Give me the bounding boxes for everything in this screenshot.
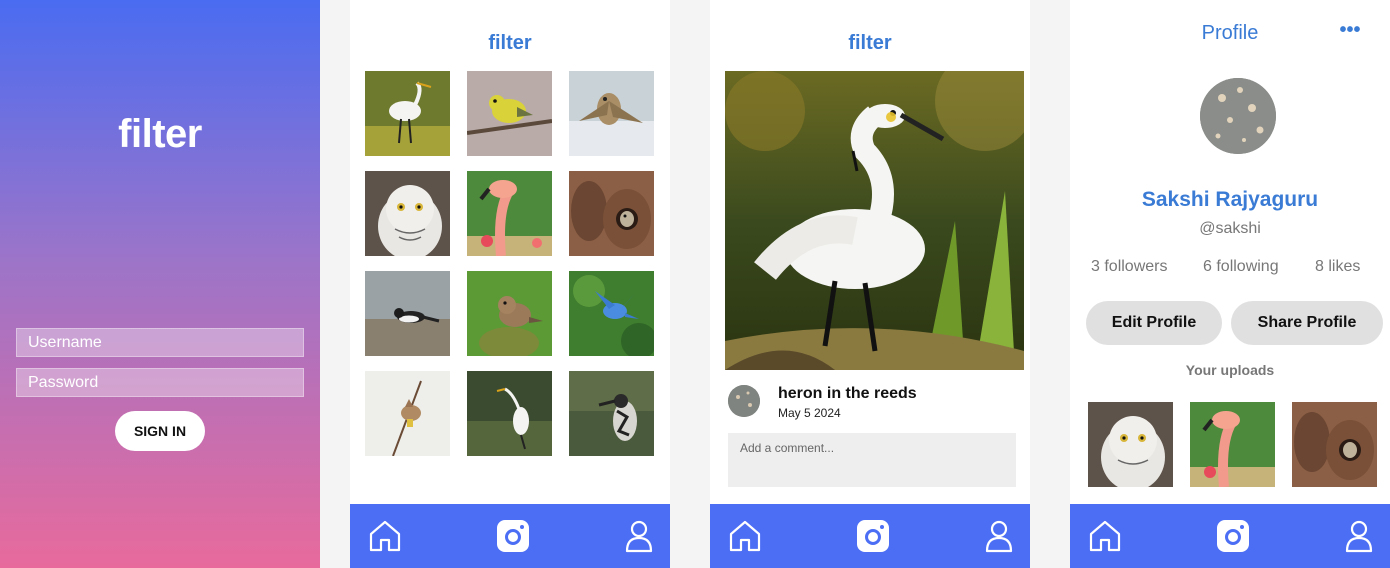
owl-flying-photo[interactable] [569,71,654,156]
post-title: heron in the reeds [778,385,917,402]
following-count[interactable]: 6 following [1203,258,1279,276]
profile-name: Sakshi Rajyaguru [1141,188,1319,211]
yellow-warbler-photo[interactable] [467,71,552,156]
snowy-owl-photo[interactable] [365,171,450,256]
home-icon[interactable] [1087,518,1123,554]
upload-bird-in-nest-photo[interactable] [1292,402,1377,487]
camera-icon[interactable] [495,518,531,554]
login-screen: filter SIGN IN [0,0,320,568]
post-image [725,71,1024,370]
bottom-nav [1070,504,1390,568]
upload-flamingo-photo[interactable] [1190,402,1275,487]
brand-title: filter [848,32,892,54]
password-input[interactable] [16,368,304,397]
comment-input[interactable] [728,433,1016,487]
more-options-icon[interactable]: ••• [1338,20,1362,42]
uploads-heading: Your uploads [1185,362,1275,378]
post-date: May 5 2024 [778,406,841,420]
waxwing-photo[interactable] [365,371,450,456]
profile-screen: Profile ••• Sakshi Rajyaguru @sakshi 3 f… [1070,0,1390,568]
likes-count: 8 likes [1315,258,1361,275]
author-avatar[interactable] [728,385,760,417]
camera-icon[interactable] [1215,518,1251,554]
user-icon[interactable] [1341,518,1377,554]
egret-water-photo[interactable] [467,371,552,456]
camera-icon[interactable] [855,518,891,554]
home-icon[interactable] [367,518,403,554]
user-icon[interactable] [621,518,657,554]
followers-count[interactable]: 3 followers [1091,258,1167,276]
share-profile-button[interactable]: Share Profile [1231,301,1383,345]
kingfisher-photo[interactable] [569,371,654,456]
bottom-nav [710,504,1030,568]
sign-in-button[interactable]: SIGN IN [115,411,205,451]
edit-profile-button[interactable]: Edit Profile [1086,301,1222,345]
upload-snowy-owl-photo[interactable] [1088,402,1173,487]
bird-in-nest-photo[interactable] [569,171,654,256]
wagtail-photo[interactable] [365,271,450,356]
feed-screen: filter [350,0,670,568]
post-screen: filter heron in the reeds May 5 2024 Add… [710,0,1030,568]
photo-grid [365,71,655,456]
username-input[interactable] [16,328,304,357]
sparrow-photo[interactable] [467,271,552,356]
app-logo: filter [118,112,202,156]
brand-title: filter [488,32,532,54]
home-icon[interactable] [727,518,763,554]
flamingo-photo[interactable] [467,171,552,256]
egret-photo[interactable] [365,71,450,156]
profile-handle: @sakshi [1199,220,1261,237]
avatar[interactable] [1200,78,1276,154]
bluebird-photo[interactable] [569,271,654,356]
user-icon[interactable] [981,518,1017,554]
bottom-nav [350,504,670,568]
